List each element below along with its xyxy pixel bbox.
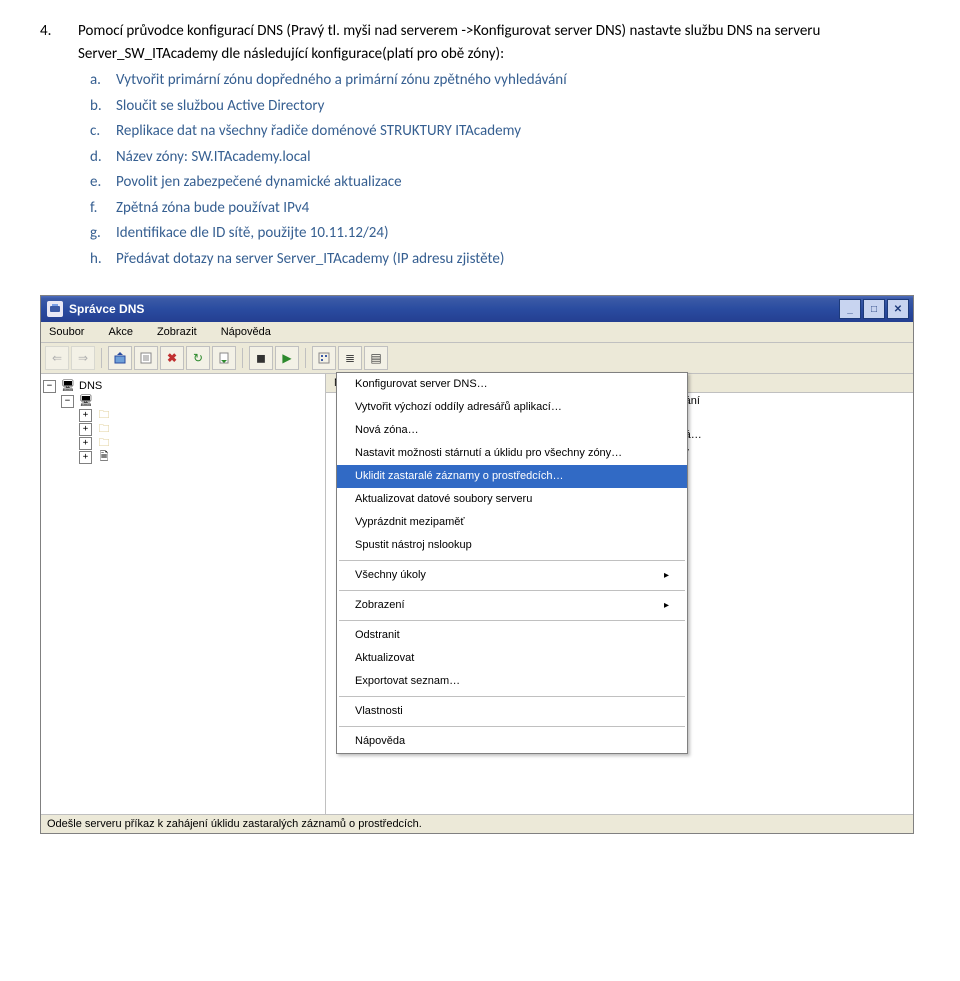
ctx-all-tasks[interactable]: Všechny úkoly [337, 564, 687, 587]
statusbar: Odešle serveru příkaz k zahájení úklidu … [41, 814, 913, 833]
expand-icon[interactable]: + [79, 437, 92, 450]
ctx-aging[interactable]: Nastavit možnosti stárnutí a úklidu pro … [337, 442, 687, 465]
ctx-export-list[interactable]: Exportovat seznam… [337, 670, 687, 693]
toolbar-separator [101, 348, 102, 368]
ctx-separator [339, 620, 685, 621]
collapse-icon[interactable]: − [43, 380, 56, 393]
sub-d-num: d. [78, 146, 116, 169]
sub-d-text: Název zóny: SW.ITAcademy.local [116, 146, 920, 169]
menubar: Soubor Akce Zobrazit Nápověda [41, 322, 913, 343]
tree-folder[interactable]: + 🗀 [43, 436, 323, 450]
ctx-update-files[interactable]: Aktualizovat datové soubory serveru [337, 488, 687, 511]
dns-manager-window: Správce DNS _ □ ✕ Soubor Akce Zobrazit N… [40, 295, 914, 834]
list-pane[interactable]: Název o vyhledávání yhledávání íněné pře… [326, 374, 913, 814]
step-number: 4. [40, 20, 78, 273]
sub-g-text: Identifikace dle ID sítě, použijte 10.11… [116, 222, 920, 245]
ctx-view[interactable]: Zobrazení [337, 594, 687, 617]
refresh-button[interactable]: ↻ [186, 346, 210, 370]
tree-server-node[interactable]: − 🖥 [43, 394, 323, 408]
tree-folder[interactable]: + 🗀 [43, 408, 323, 422]
ctx-separator [339, 696, 685, 697]
sub-h-text: Předávat dotazy na server Server_ITAcade… [116, 248, 920, 271]
toolbar-separator [305, 348, 306, 368]
window-title: Správce DNS [69, 302, 839, 316]
step-text: Pomocí průvodce konfigurací DNS (Pravý t… [78, 22, 820, 63]
tree-pane[interactable]: − 🖥 DNS − 🖥 + 🗀 + 🗀 + 🗀 + 🗎 [41, 374, 326, 814]
status-text: Odešle serveru příkaz k zahájení úklidu … [47, 818, 422, 830]
menu-view[interactable]: Zobrazit [153, 324, 201, 340]
ctx-configure-dns[interactable]: Konfigurovat server DNS… [337, 373, 687, 396]
sub-c-num: c. [78, 120, 116, 143]
server-icon: 🖥 [78, 394, 94, 408]
minimize-button[interactable]: _ [839, 299, 861, 319]
sub-e-num: e. [78, 171, 116, 194]
tree-folder[interactable]: + 🗀 [43, 422, 323, 436]
folder-icon: 🗀 [96, 422, 112, 436]
toolbar-separator [242, 348, 243, 368]
folder-icon: 🗀 [96, 436, 112, 450]
filter-button[interactable] [312, 346, 336, 370]
app-icon [47, 301, 63, 317]
collapse-icon[interactable]: − [61, 395, 74, 408]
sub-c-text: Replikace dat na všechny řadiče doménové… [116, 120, 920, 143]
expand-icon[interactable]: + [79, 409, 92, 422]
forward-button[interactable]: ⇒ [71, 346, 95, 370]
export-button[interactable] [212, 346, 236, 370]
dns-root-icon: 🖥 [60, 379, 76, 393]
expand-icon[interactable]: + [79, 451, 92, 464]
ctx-delete[interactable]: Odstranit [337, 624, 687, 647]
context-menu: Konfigurovat server DNS… Vytvořit výchoz… [336, 372, 688, 754]
ctx-separator [339, 560, 685, 561]
properties-button[interactable] [134, 346, 158, 370]
folder-icon: 🗀 [96, 408, 112, 422]
ctx-new-zone[interactable]: Nová zóna… [337, 419, 687, 442]
close-button[interactable]: ✕ [887, 299, 909, 319]
ctx-separator [339, 590, 685, 591]
menu-file[interactable]: Soubor [45, 324, 88, 340]
titlebar[interactable]: Správce DNS _ □ ✕ [41, 296, 913, 322]
menu-help[interactable]: Nápověda [217, 324, 275, 340]
ctx-create-partitions[interactable]: Vytvořit výchozí oddíly adresářů aplikac… [337, 396, 687, 419]
tree-root-dns[interactable]: − 🖥 DNS [43, 378, 323, 394]
sub-f-num: f. [78, 197, 116, 220]
ctx-properties[interactable]: Vlastnosti [337, 700, 687, 723]
sub-e-text: Povolit jen zabezpečené dynamické aktual… [116, 171, 920, 194]
start-button[interactable]: ▶ [275, 346, 299, 370]
tree-root-label: DNS [79, 378, 102, 394]
sub-a-text: Vytvořit primární zónu dopředného a prim… [116, 69, 920, 92]
ctx-refresh[interactable]: Aktualizovat [337, 647, 687, 670]
ctx-nslookup[interactable]: Spustit nástroj nslookup [337, 534, 687, 557]
ctx-separator [339, 726, 685, 727]
delete-button[interactable]: ✖ [160, 346, 184, 370]
expand-icon[interactable]: + [79, 423, 92, 436]
ctx-help[interactable]: Nápověda [337, 730, 687, 753]
tree-folder[interactable]: + 🗎 [43, 450, 323, 464]
menu-action[interactable]: Akce [104, 324, 136, 340]
toolbar: ⇐ ⇒ ✖ ↻ ◼ ▶ ≣ ▤ [41, 343, 913, 374]
sub-b-text: Sloučit se službou Active Directory [116, 95, 920, 118]
stop-button[interactable]: ◼ [249, 346, 273, 370]
sub-b-num: b. [78, 95, 116, 118]
detail-view-button[interactable]: ▤ [364, 346, 388, 370]
back-button[interactable]: ⇐ [45, 346, 69, 370]
ctx-clear-cache[interactable]: Vyprázdnit mezipaměť [337, 511, 687, 534]
up-button[interactable] [108, 346, 132, 370]
maximize-button[interactable]: □ [863, 299, 885, 319]
sub-f-text: Zpětná zóna bude používat IPv4 [116, 197, 920, 220]
list-view-button[interactable]: ≣ [338, 346, 362, 370]
sub-h-num: h. [78, 248, 116, 271]
log-icon: 🗎 [96, 450, 112, 464]
sub-g-num: g. [78, 222, 116, 245]
ctx-scavenge[interactable]: Uklidit zastaralé záznamy o prostředcích… [337, 465, 687, 488]
sub-a-num: a. [78, 69, 116, 92]
